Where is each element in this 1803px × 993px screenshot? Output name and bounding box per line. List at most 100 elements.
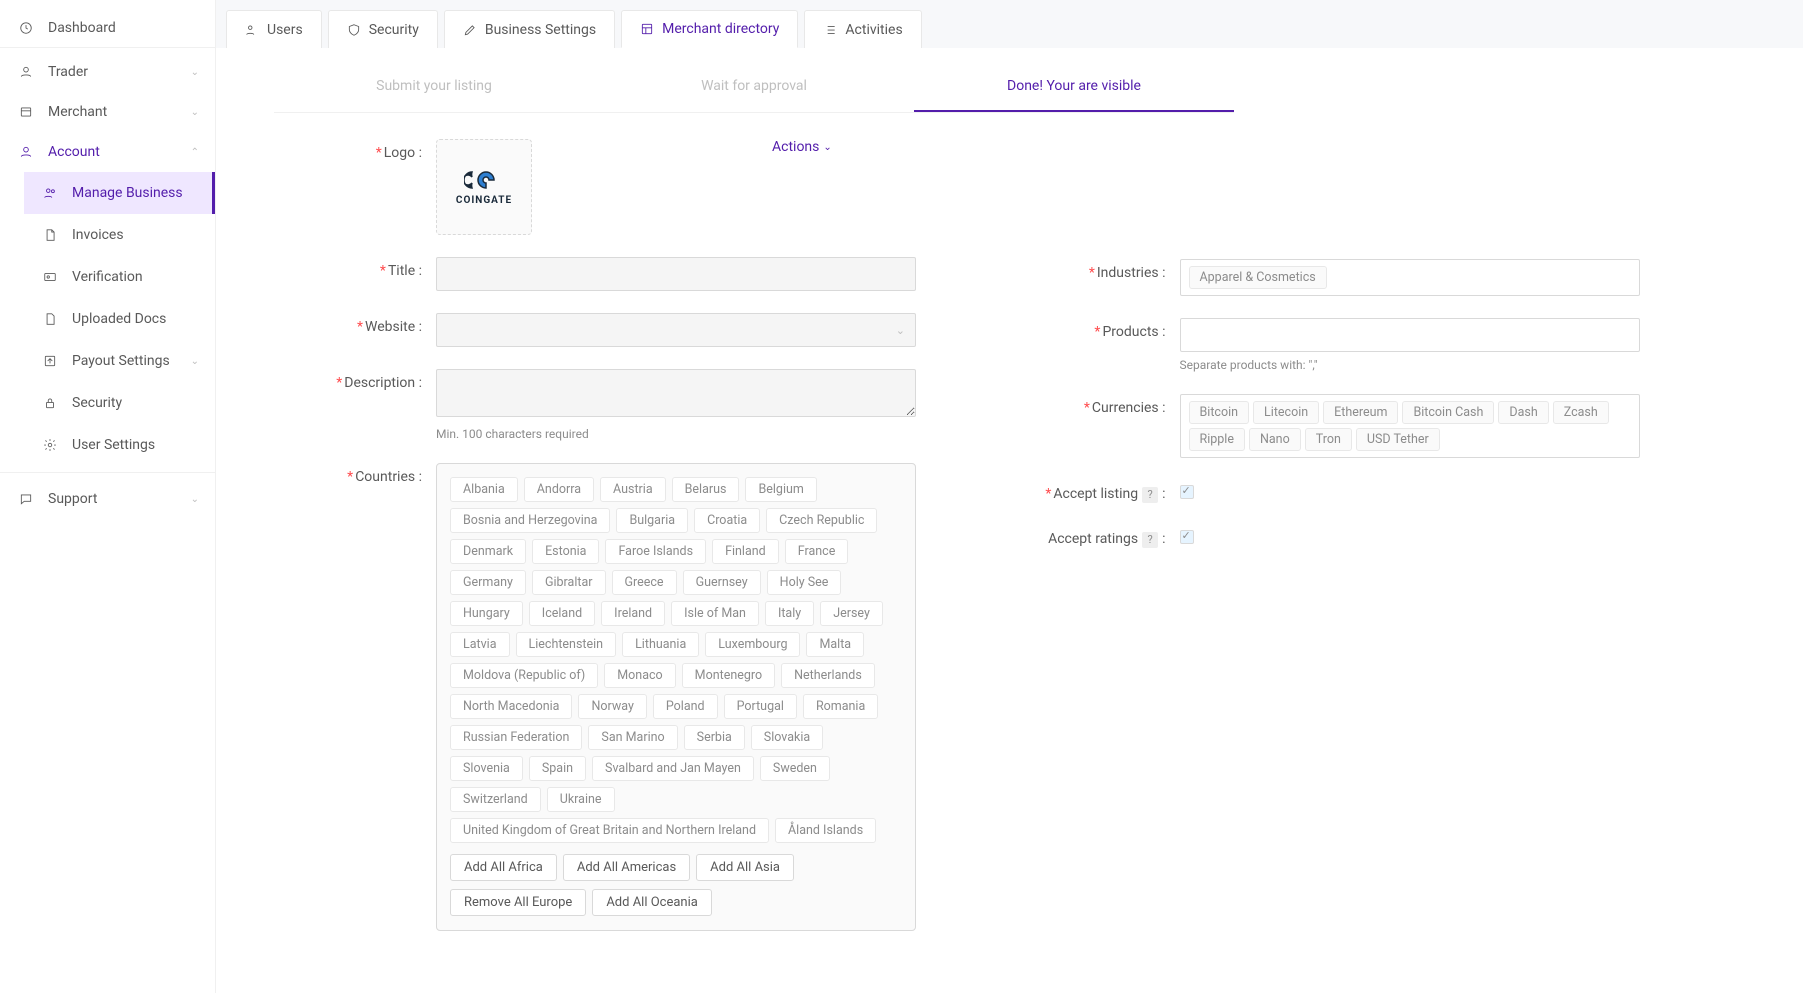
nav-manage-business[interactable]: Manage Business: [24, 172, 215, 214]
country-tag[interactable]: Luxembourg: [705, 632, 800, 657]
form: *Logo : COINGATE Actions⌄: [256, 139, 1763, 953]
country-tag[interactable]: Bosnia and Herzegovina: [450, 508, 610, 533]
country-tag[interactable]: Serbia: [684, 725, 745, 750]
tab-merchant-directory[interactable]: Merchant directory: [621, 10, 798, 48]
step-wait[interactable]: Wait for approval: [594, 58, 914, 112]
tab-security[interactable]: Security: [328, 10, 438, 48]
country-tag[interactable]: Portugal: [724, 694, 797, 719]
nav-payout-settings[interactable]: Payout Settings ⌄: [24, 340, 215, 382]
country-tag[interactable]: Hungary: [450, 601, 523, 626]
nav-security[interactable]: Security: [24, 382, 215, 424]
accept-listing-checkbox[interactable]: [1180, 485, 1194, 499]
country-tag[interactable]: Guernsey: [683, 570, 761, 595]
tab-activities[interactable]: Activities: [804, 10, 921, 48]
country-tag[interactable]: Åland Islands: [775, 818, 876, 843]
country-tag[interactable]: Denmark: [450, 539, 526, 564]
nav-trader[interactable]: Trader ⌄: [0, 52, 215, 92]
title-input[interactable]: [436, 257, 916, 291]
country-tag[interactable]: Romania: [803, 694, 878, 719]
country-tag[interactable]: Jersey: [820, 601, 883, 626]
country-tag[interactable]: Austria: [600, 477, 666, 502]
country-tag[interactable]: Netherlands: [781, 663, 875, 688]
country-tag[interactable]: Ireland: [601, 601, 665, 626]
country-tag[interactable]: Finland: [712, 539, 779, 564]
country-tag[interactable]: Italy: [765, 601, 814, 626]
currency-tag[interactable]: USD Tether: [1356, 428, 1440, 451]
country-tag[interactable]: Latvia: [450, 632, 510, 657]
currency-tag[interactable]: Ethereum: [1323, 401, 1398, 424]
country-tag[interactable]: Lithuania: [622, 632, 699, 657]
country-tag[interactable]: Iceland: [529, 601, 595, 626]
country-tag[interactable]: Bulgaria: [616, 508, 688, 533]
nav-support[interactable]: Support ⌄: [0, 479, 215, 519]
nav-verification[interactable]: Verification: [24, 256, 215, 298]
region-button[interactable]: Add All Africa: [450, 854, 557, 881]
nav-invoices[interactable]: Invoices: [24, 214, 215, 256]
currency-tag[interactable]: Ripple: [1189, 428, 1245, 451]
country-tag[interactable]: Isle of Man: [671, 601, 759, 626]
country-tag[interactable]: Belgium: [745, 477, 816, 502]
tab-users[interactable]: Users: [226, 10, 322, 48]
country-tag[interactable]: Faroe Islands: [605, 539, 706, 564]
currency-tag[interactable]: Dash: [1498, 401, 1548, 424]
country-tag[interactable]: Gibraltar: [532, 570, 606, 595]
country-tag[interactable]: Montenegro: [682, 663, 775, 688]
help-icon[interactable]: ?: [1142, 487, 1158, 503]
country-tag[interactable]: Moldova (Republic of): [450, 663, 598, 688]
country-tag[interactable]: Holy See: [767, 570, 842, 595]
country-tag[interactable]: Greece: [612, 570, 677, 595]
region-button[interactable]: Add All Asia: [696, 854, 794, 881]
currency-tag[interactable]: Bitcoin Cash: [1402, 401, 1494, 424]
country-tag[interactable]: San Marino: [588, 725, 677, 750]
country-tag[interactable]: Germany: [450, 570, 526, 595]
tab-business-settings[interactable]: Business Settings: [444, 10, 615, 48]
region-button[interactable]: Add All Americas: [563, 854, 690, 881]
country-tag[interactable]: Slovenia: [450, 756, 523, 781]
country-tag[interactable]: Svalbard and Jan Mayen: [592, 756, 754, 781]
help-icon[interactable]: ?: [1142, 532, 1158, 548]
industry-tag[interactable]: Apparel & Cosmetics: [1189, 266, 1327, 289]
actions-dropdown[interactable]: Actions⌄: [772, 139, 832, 155]
country-tag[interactable]: Ukraine: [547, 787, 615, 812]
country-tag[interactable]: Czech Republic: [766, 508, 877, 533]
step-submit[interactable]: Submit your listing: [274, 58, 594, 112]
country-tag[interactable]: North Macedonia: [450, 694, 572, 719]
currency-tag[interactable]: Zcash: [1553, 401, 1609, 424]
country-tag[interactable]: Monaco: [604, 663, 675, 688]
country-tag[interactable]: France: [785, 539, 849, 564]
country-tag[interactable]: Slovakia: [751, 725, 823, 750]
region-button[interactable]: Add All Oceania: [592, 889, 712, 916]
currency-tag[interactable]: Litecoin: [1253, 401, 1319, 424]
country-tag[interactable]: Croatia: [694, 508, 760, 533]
country-tag[interactable]: Liechtenstein: [516, 632, 617, 657]
accept-ratings-checkbox[interactable]: [1180, 530, 1194, 544]
country-tag[interactable]: United Kingdom of Great Britain and Nort…: [450, 818, 769, 843]
currencies-multiselect[interactable]: BitcoinLitecoinEthereumBitcoin CashDashZ…: [1180, 394, 1640, 458]
website-select[interactable]: ⌄: [436, 313, 916, 347]
region-button[interactable]: Remove All Europe: [450, 889, 586, 916]
country-tag[interactable]: Malta: [806, 632, 864, 657]
nav-merchant[interactable]: Merchant ⌄: [0, 92, 215, 132]
country-tag[interactable]: Albania: [450, 477, 518, 502]
nav-account[interactable]: Account ⌃: [0, 132, 215, 172]
country-tag[interactable]: Sweden: [760, 756, 830, 781]
country-tag[interactable]: Switzerland: [450, 787, 541, 812]
country-tag[interactable]: Poland: [653, 694, 718, 719]
step-done[interactable]: Done! Your are visible: [914, 58, 1234, 112]
currency-tag[interactable]: Bitcoin: [1189, 401, 1250, 424]
country-tag[interactable]: Norway: [578, 694, 646, 719]
description-textarea[interactable]: [436, 369, 916, 417]
nav-dashboard[interactable]: Dashboard: [0, 8, 215, 48]
products-input[interactable]: [1180, 318, 1640, 352]
country-tag[interactable]: Russian Federation: [450, 725, 582, 750]
currency-tag[interactable]: Tron: [1305, 428, 1352, 451]
industries-multiselect[interactable]: Apparel & Cosmetics: [1180, 259, 1640, 296]
nav-user-settings[interactable]: User Settings: [24, 424, 215, 466]
country-tag[interactable]: Belarus: [672, 477, 740, 502]
currency-tag[interactable]: Nano: [1249, 428, 1301, 451]
country-tag[interactable]: Spain: [529, 756, 586, 781]
country-tag[interactable]: Estonia: [532, 539, 599, 564]
logo-upload[interactable]: COINGATE: [436, 139, 532, 235]
nav-uploaded-docs[interactable]: Uploaded Docs: [24, 298, 215, 340]
country-tag[interactable]: Andorra: [524, 477, 594, 502]
